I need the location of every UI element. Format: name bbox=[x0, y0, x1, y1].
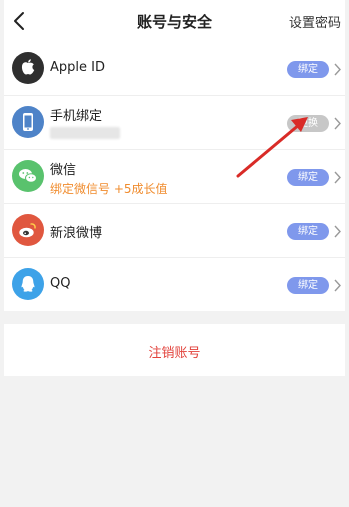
phone-icon bbox=[12, 106, 44, 138]
account-label: Apple ID bbox=[50, 60, 105, 75]
weibo-icon bbox=[12, 214, 44, 246]
chevron-right-icon bbox=[334, 117, 341, 130]
apple-icon bbox=[12, 52, 44, 84]
account-label: QQ bbox=[50, 276, 71, 291]
phone-number-redacted bbox=[50, 127, 120, 139]
account-label: 新浪微博 bbox=[50, 226, 103, 241]
qq-icon bbox=[12, 268, 44, 300]
chevron-right-icon bbox=[334, 171, 341, 184]
list-item-weibo[interactable]: 新浪微博 绑定 bbox=[4, 203, 345, 257]
account-label: 手机绑定 bbox=[50, 109, 103, 124]
set-password-link[interactable]: 设置密码 bbox=[289, 12, 341, 31]
nav-bar: 账号与安全 设置密码 bbox=[4, 0, 345, 42]
chevron-right-icon bbox=[334, 279, 341, 292]
bind-button[interactable]: 绑定 bbox=[287, 223, 329, 240]
cancel-account-button[interactable]: 注销账号 bbox=[4, 342, 345, 361]
cancel-account-row[interactable]: 注销账号 bbox=[4, 324, 345, 376]
account-label: 微信 bbox=[50, 163, 77, 178]
list-item-qq[interactable]: QQ 绑定 bbox=[4, 257, 345, 311]
annotation-arrow-icon bbox=[236, 117, 308, 178]
list-item-apple-id[interactable]: Apple ID 绑定 bbox=[4, 42, 345, 95]
chevron-right-icon bbox=[334, 63, 341, 76]
wechat-icon bbox=[12, 160, 44, 192]
growth-hint: 绑定微信号 +5成长值 bbox=[50, 182, 168, 196]
screen: 账号与安全 设置密码 Apple ID 绑定 手机绑定 更换 微信 绑定微信号 … bbox=[4, 0, 345, 507]
chevron-right-icon bbox=[334, 225, 341, 238]
bind-button[interactable]: 绑定 bbox=[287, 61, 329, 78]
bind-button[interactable]: 绑定 bbox=[287, 277, 329, 294]
